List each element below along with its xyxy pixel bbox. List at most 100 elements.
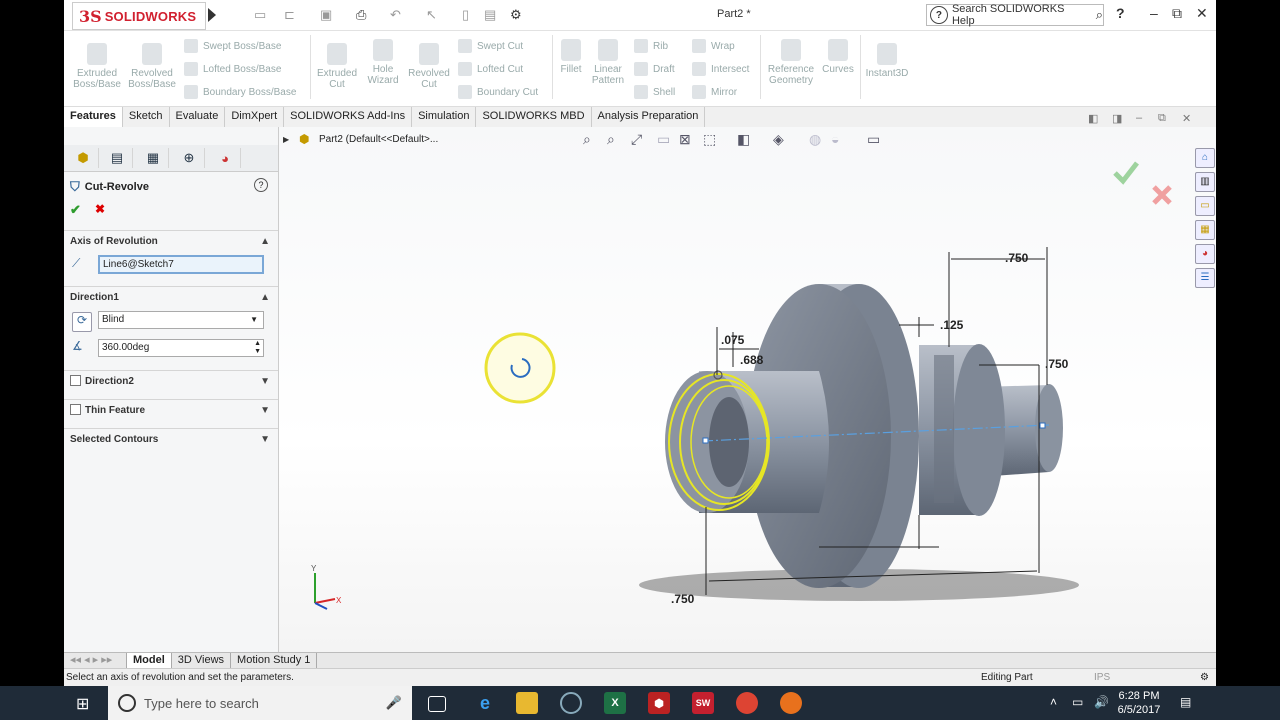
direction2-header[interactable]: Direction2 ▼ bbox=[64, 370, 278, 393]
volume-icon[interactable]: 🔊 bbox=[1094, 695, 1109, 709]
dimension-750-bottom[interactable]: .750 bbox=[671, 592, 695, 606]
revolved-boss-button[interactable]: Revolved Boss/Base bbox=[126, 43, 178, 90]
status-options-icon[interactable]: ⚙ bbox=[1200, 669, 1209, 686]
undo-icon[interactable]: ↶ bbox=[390, 7, 401, 23]
expand-chevron-icon[interactable]: ▼ bbox=[260, 429, 270, 451]
dimension-688[interactable]: .688 bbox=[740, 353, 764, 367]
extruded-cut-button[interactable]: Extruded Cut bbox=[314, 43, 360, 90]
tab-dimxpert[interactable]: DimXpert bbox=[225, 107, 285, 127]
help-search-box[interactable]: ? Search SOLIDWORKS Help ⌕ bbox=[926, 3, 1104, 27]
lofted-cut-button[interactable]: Lofted Cut bbox=[458, 62, 523, 76]
restore-icon[interactable]: ⧉ bbox=[1172, 5, 1182, 22]
end-condition-select[interactable]: Blind ▼ bbox=[98, 311, 264, 329]
tab-scroll-arrows-icon[interactable]: ◂◂ ◂ ▸ ▸▸ bbox=[64, 653, 127, 668]
media-app-icon[interactable] bbox=[560, 692, 582, 714]
dimension-075[interactable]: .075 bbox=[721, 333, 745, 347]
reference-geometry-button[interactable]: Reference Geometry bbox=[764, 39, 818, 86]
dimension-750-right[interactable]: .750 bbox=[1045, 357, 1069, 371]
configuration-manager-icon[interactable]: ▦ bbox=[138, 148, 169, 168]
options-gear-icon[interactable]: ⚙ bbox=[510, 7, 522, 23]
units-selector[interactable]: IPS bbox=[1094, 669, 1110, 686]
help-icon[interactable]: ? bbox=[254, 178, 268, 192]
windows-start-icon[interactable]: ⊞ bbox=[76, 694, 89, 714]
design-library-icon[interactable]: ▥ bbox=[1195, 172, 1215, 192]
doc-minimize-icon[interactable]: – bbox=[1136, 112, 1142, 124]
task-view-icon[interactable] bbox=[428, 696, 446, 712]
swept-boss-button[interactable]: Swept Boss/Base bbox=[184, 39, 281, 53]
split-view-icon[interactable]: ◧ bbox=[1088, 112, 1098, 125]
feature-manager-icon[interactable]: ⬢ bbox=[68, 148, 99, 168]
firefox-icon[interactable] bbox=[780, 692, 802, 714]
new-doc-icon[interactable]: ▭ bbox=[254, 7, 266, 23]
menu-expand-icon[interactable] bbox=[208, 8, 216, 22]
action-center-icon[interactable]: ▤ bbox=[1180, 695, 1191, 709]
dimension-750-top[interactable]: .750 bbox=[1005, 251, 1029, 265]
tab-motion-study[interactable]: Motion Study 1 bbox=[231, 653, 318, 668]
linear-pattern-button[interactable]: Linear Pattern bbox=[588, 39, 628, 86]
ok-check-icon[interactable]: ✔ bbox=[70, 202, 81, 218]
tab-addins[interactable]: SOLIDWORKS Add-Ins bbox=[284, 107, 413, 127]
excel-icon[interactable]: X bbox=[604, 692, 626, 714]
wrap-button[interactable]: Wrap bbox=[692, 39, 735, 53]
graphics-area[interactable]: ▶ ⬢ Part2 (Default<<Default>... ⌕ ⌕ ⤢ ▭ … bbox=[279, 127, 1216, 652]
extruded-boss-button[interactable]: Extruded Boss/Base bbox=[72, 43, 122, 90]
solidworks-taskbar-icon[interactable]: SW bbox=[692, 692, 714, 714]
file-properties-icon[interactable]: ▤ bbox=[484, 7, 496, 23]
shell-button[interactable]: Shell bbox=[634, 85, 675, 99]
microphone-icon[interactable]: 🎤 bbox=[386, 695, 402, 711]
tab-features[interactable]: Features bbox=[64, 107, 123, 127]
open-folder-icon[interactable]: ⊏ bbox=[284, 7, 295, 23]
tab-simulation[interactable]: Simulation bbox=[412, 107, 477, 127]
intersect-button[interactable]: Intersect bbox=[692, 62, 749, 76]
selected-contours-header[interactable]: Selected Contours ▼ bbox=[64, 428, 278, 451]
mirror-button[interactable]: Mirror bbox=[692, 85, 737, 99]
close-icon[interactable]: ✕ bbox=[1196, 5, 1208, 22]
tray-expand-icon[interactable]: ˄ bbox=[1050, 695, 1057, 709]
select-arrow-icon[interactable]: ↖ bbox=[426, 7, 437, 23]
revolved-cut-button[interactable]: Revolved Cut bbox=[406, 43, 452, 90]
hole-wizard-button[interactable]: Hole Wizard bbox=[362, 39, 404, 86]
home-icon[interactable]: ⌂ bbox=[1195, 148, 1215, 168]
split-view-alt-icon[interactable]: ◨ bbox=[1112, 112, 1122, 125]
boundary-boss-button[interactable]: Boundary Boss/Base bbox=[184, 85, 296, 99]
angle-input[interactable]: 360.00deg ▲ ▼ bbox=[98, 339, 264, 357]
spin-arrows-icon[interactable]: ▲ ▼ bbox=[254, 340, 261, 356]
tab-evaluate[interactable]: Evaluate bbox=[170, 107, 226, 127]
file-explorer-taskbar-icon[interactable] bbox=[516, 692, 538, 714]
thin-feature-header[interactable]: Thin Feature ▼ bbox=[64, 399, 278, 422]
property-manager-icon[interactable]: ▤ bbox=[102, 148, 133, 168]
tab-model[interactable]: Model bbox=[127, 653, 172, 668]
solidworks-logo[interactable]: 3S SOLIDWORKS bbox=[72, 2, 206, 30]
cancel-x-icon[interactable]: ✖ bbox=[95, 202, 105, 216]
direction1-header[interactable]: Direction1 ▲ bbox=[64, 286, 278, 309]
axis-selection-field[interactable]: Line6@Sketch7 bbox=[98, 255, 264, 274]
expand-chevron-icon[interactable]: ▼ bbox=[260, 400, 270, 422]
swept-cut-button[interactable]: Swept Cut bbox=[458, 39, 523, 53]
direction2-checkbox[interactable] bbox=[70, 374, 81, 386]
instant3d-button[interactable]: Instant3D bbox=[864, 43, 910, 79]
custom-properties-icon[interactable]: ☰ bbox=[1195, 268, 1215, 288]
app-icon[interactable]: ⬢ bbox=[648, 692, 670, 714]
network-icon[interactable]: ▭ bbox=[1072, 695, 1083, 709]
reverse-direction-icon[interactable]: ⟳ bbox=[72, 312, 92, 332]
tab-mbd[interactable]: SOLIDWORKS MBD bbox=[476, 107, 592, 127]
tab-sketch[interactable]: Sketch bbox=[123, 107, 170, 127]
edge-browser-icon[interactable]: e bbox=[474, 692, 496, 714]
dimension-125[interactable]: .125 bbox=[940, 318, 964, 332]
save-icon[interactable]: ▣ bbox=[320, 7, 332, 23]
dimxpert-manager-icon[interactable]: ⊕ bbox=[174, 148, 205, 168]
draft-button[interactable]: Draft bbox=[634, 62, 675, 76]
print-icon[interactable]: ⎙ bbox=[356, 7, 366, 23]
expand-chevron-icon[interactable]: ▼ bbox=[260, 371, 270, 393]
taskbar-search-box[interactable]: Type here to search 🎤 bbox=[108, 686, 412, 720]
minimize-icon[interactable]: – bbox=[1150, 5, 1158, 21]
system-clock[interactable]: 6:28 PM 6/5/2017 bbox=[1116, 689, 1162, 717]
confirm-ok-icon[interactable] bbox=[1113, 161, 1139, 185]
appearances-icon[interactable]: ◕ bbox=[1195, 244, 1215, 264]
axis-section-header[interactable]: Axis of Revolution ▲ bbox=[64, 230, 278, 253]
doc-close-icon[interactable]: ✕ bbox=[1182, 112, 1191, 125]
chrome-icon[interactable] bbox=[736, 692, 758, 714]
view-palette-icon[interactable]: ▦ bbox=[1195, 220, 1215, 240]
doc-restore-icon[interactable]: ⧉ bbox=[1158, 112, 1166, 125]
help-menu-button[interactable]: ? bbox=[1116, 5, 1125, 21]
